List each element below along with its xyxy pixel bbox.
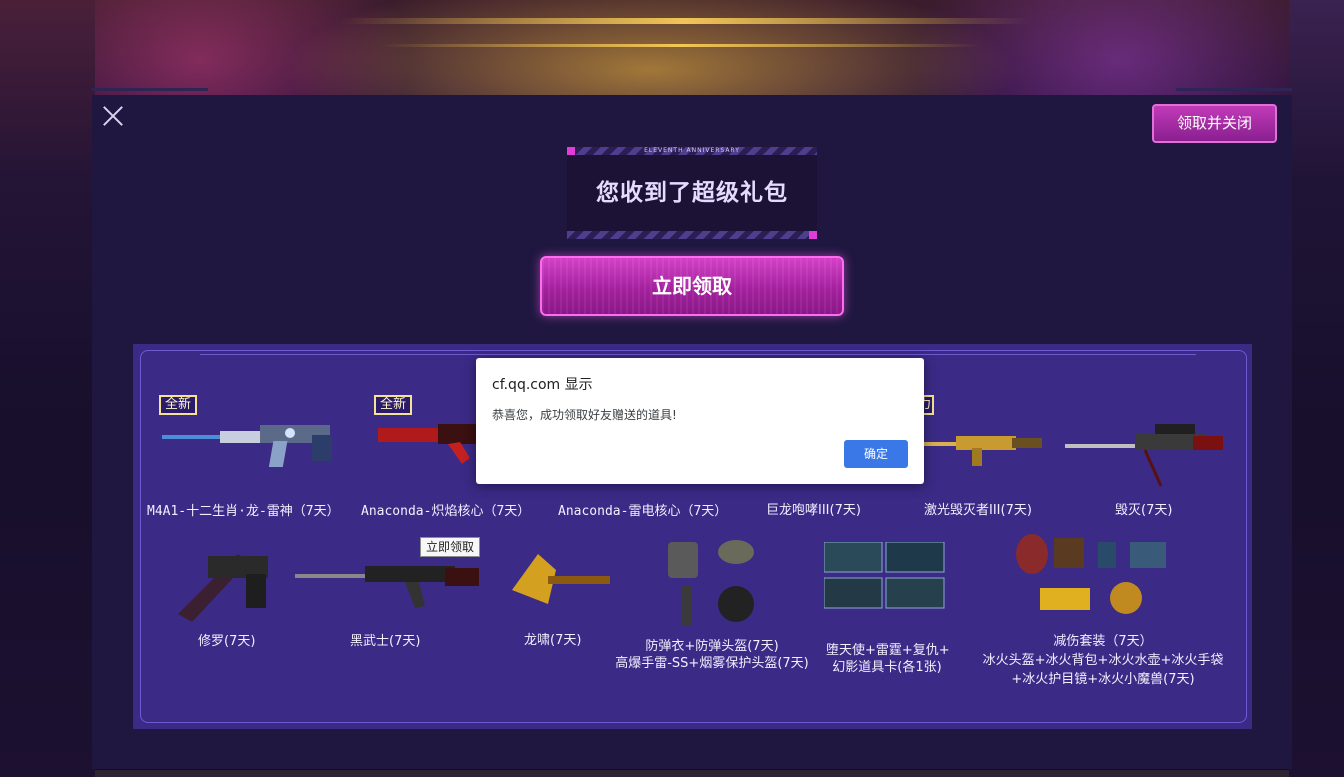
item-label-anaconda-thunder: Anaconda-雷电核心（7天） bbox=[558, 504, 728, 519]
banner-tagline: ELEVENTH ANNIVERSARY bbox=[644, 147, 740, 154]
item-label-m4a1: M4A1-十二生肖·龙-雷神（7天） bbox=[147, 504, 340, 519]
dialog-message: 恭喜您，成功领取好友赠送的道具! bbox=[492, 408, 677, 422]
claim-tooltip: 立即领取 bbox=[420, 537, 481, 557]
background-light-streak bbox=[380, 44, 980, 47]
prop-cards-image bbox=[824, 542, 945, 609]
background-light-streak bbox=[340, 18, 1030, 24]
modal-corner-left bbox=[92, 88, 208, 91]
rewards-panel-notch bbox=[200, 351, 1196, 355]
laser-destroyer-rifle-image bbox=[920, 436, 1042, 466]
item-label-black-warrior: 黑武士(7天) bbox=[350, 634, 421, 649]
armor-helmet-grenade-set-image bbox=[668, 540, 754, 626]
item-label-laser-destroyer: 激光毁灭者III(7天) bbox=[924, 503, 1032, 518]
m4a1-dragon-rifle-image bbox=[162, 425, 332, 467]
background-bottom-strip bbox=[95, 770, 1289, 777]
background-left-edge bbox=[0, 0, 95, 777]
dialog-title: cf.qq.com 显示 bbox=[492, 377, 593, 393]
banner-corner bbox=[809, 231, 817, 239]
modal-corner-right bbox=[1176, 88, 1292, 91]
item-label-shura: 修罗(7天) bbox=[198, 634, 256, 649]
alert-dialog: cf.qq.com 显示 恭喜您，成功领取好友赠送的道具! 确定 bbox=[476, 358, 924, 484]
claim-and-close-button[interactable]: 领取并关闭 bbox=[1152, 104, 1277, 143]
item-label-armor-set-line2: 高爆手雷-SS+烟雾保护头盔(7天) bbox=[615, 656, 809, 671]
black-warrior-rifle-image bbox=[295, 566, 479, 608]
ice-fire-set-image bbox=[1016, 534, 1166, 614]
item-label-ice-fire-set-line1: 减伤套装（7天） bbox=[1053, 634, 1153, 649]
new-badge: 全新 bbox=[159, 395, 198, 415]
background-title-art bbox=[310, 28, 1070, 98]
item-label-ice-fire-set-line2: 冰火头盔+冰火背包+冰火水壶+冰火手袋 bbox=[982, 653, 1224, 668]
claim-now-button[interactable]: 立即领取 bbox=[540, 256, 844, 316]
shura-pistol-image bbox=[178, 554, 268, 622]
banner-stripe-bottom bbox=[567, 231, 817, 239]
item-label-ice-fire-set-line3: +冰火护目镜+冰火小魔兽(7天) bbox=[1011, 672, 1195, 687]
title-banner: ELEVENTH ANNIVERSARY 您收到了超级礼包 bbox=[567, 147, 817, 239]
dragon-howl-axe-image bbox=[512, 554, 610, 604]
close-icon[interactable] bbox=[103, 106, 123, 126]
banner-corner bbox=[567, 147, 575, 155]
new-badge: 全新 bbox=[374, 395, 413, 415]
destruction-sniper-image bbox=[1065, 424, 1223, 487]
item-label-prop-cards-line2: 幻影道具卡(各1张) bbox=[832, 660, 942, 675]
banner-title: 您收到了超级礼包 bbox=[596, 180, 788, 206]
background-right-edge bbox=[1289, 0, 1344, 777]
item-label-destruction: 毁灭(7天) bbox=[1115, 503, 1173, 518]
anaconda-flame-core-image bbox=[378, 424, 476, 464]
item-label-anaconda-flame: Anaconda-炽焰核心（7天） bbox=[361, 504, 531, 519]
item-label-dragon-roar: 巨龙咆哮III(7天) bbox=[766, 503, 861, 518]
dialog-ok-button[interactable]: 确定 bbox=[844, 440, 908, 468]
item-label-dragon-howl: 龙啸(7天) bbox=[524, 633, 582, 648]
